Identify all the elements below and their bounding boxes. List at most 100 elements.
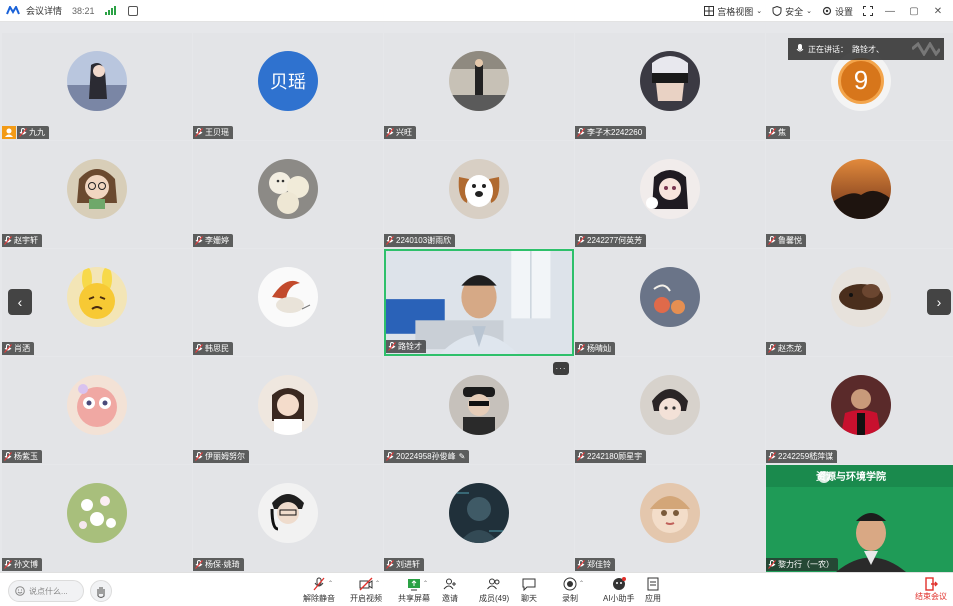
toolbar-button-ai-assistant[interactable]: AI小助手 [603,577,635,604]
participant-name-tag: 2242259嵇萍谋 [766,450,838,463]
host-icon [2,126,16,139]
participant-name-tag: 九九 [17,126,49,139]
avatar-street-photo [449,50,509,111]
settings-button[interactable]: 设置 [822,5,853,18]
toolbar-button-apps[interactable]: 应用 [645,577,661,604]
participant-name: 2242259嵇萍谋 [778,452,834,461]
toolbar-button-mic-off[interactable]: ⌃ 解除静音 [303,577,335,604]
chevron-up-icon[interactable]: ⌃ [423,580,428,587]
next-page-button[interactable]: › [927,289,951,315]
toolbar-button-invite[interactable]: 邀请 [442,577,458,604]
toolbar-button-chat[interactable]: 聊天 [521,577,537,604]
mic-muted-icon [386,560,394,569]
participant-name-tag: 赵杰龙 [766,342,806,355]
avatar-fruit-art [640,266,700,327]
participant-name: 2240103谢雨欣 [396,236,452,245]
emoji-icon [15,586,25,596]
fullscreen-icon[interactable] [863,6,873,16]
mic-muted-icon [4,344,12,353]
raise-hand-button[interactable] [90,580,112,602]
chevron-up-icon[interactable]: ⌃ [328,580,333,587]
participant-tile[interactable]: 杨晴灿 [575,249,765,356]
chevron-left-icon: ‹ [17,294,23,310]
participant-tile[interactable]: 伊丽姆努尔 [193,357,383,464]
toolbar-button-label: 成员(49) [479,594,510,603]
participant-tile[interactable]: 杨紫玉 [2,357,192,464]
hand-icon [97,587,105,599]
participant-tile[interactable]: 2240103谢雨欣 [384,141,574,248]
participant-tile[interactable]: 20224958孙俊峰 ✎ [384,357,574,464]
participant-name: 肖洒 [14,344,30,353]
meeting-window: { "titlebar": { "title": "会议详情", "time":… [0,0,953,606]
participant-tile[interactable]: 赵杰龙 [766,249,953,356]
minimize-button[interactable]: — [883,6,897,17]
participant-name: 黎力行（一农） [778,560,834,569]
mic-muted-icon [195,344,203,353]
participant-tile[interactable]: 韩思民 [193,249,383,356]
gallery-view-button[interactable]: 宫格视图 ⌄ [704,5,762,18]
participant-tile[interactable]: 九九 [2,33,192,140]
mic-muted-icon [768,344,776,353]
toolbar-button-record[interactable]: ⌃ 录制 [562,577,584,604]
participant-tile[interactable]: 兴旺 [384,33,574,140]
participant-tile[interactable]: 2242277何英芳 [575,141,765,248]
participant-tile[interactable]: 刘进轩 [384,465,574,572]
avatar-text: 贝瑶 [258,50,318,111]
participant-tile[interactable]: 贝瑶 王贝瑶 [193,33,383,140]
avatar-anime-boy [640,374,700,435]
participant-name-tag: 杨晴灿 [575,342,615,355]
prev-page-button[interactable]: ‹ [8,289,32,315]
participant-tile[interactable]: 李姗婷 [193,141,383,248]
mic-muted-icon [577,128,585,137]
avatar-gnome-sketch [258,266,318,327]
mic-muted-icon [195,128,203,137]
end-meeting-button[interactable]: 结束会议 [915,577,947,602]
meeting-info-link[interactable]: 会议详情 [26,4,62,17]
apps-icon [646,577,660,591]
meeting-timer: 38:21 [72,5,95,16]
participant-name-tag: 孙文博 [2,558,42,571]
pencil-icon: ✎ [458,452,466,461]
participant-tile[interactable]: 杨保·姚琦 [193,465,383,572]
participant-name: 赵宇轩 [14,236,38,245]
avatar-boy-hat [449,374,509,435]
participant-name: 刘进轩 [396,560,420,569]
video-feed-container: 资源与环境学院 [766,465,953,572]
participant-tile[interactable]: 路铨才 [384,249,574,356]
avatar-boy-headphones [258,482,318,543]
share-screen-icon: ⌃ [407,577,428,591]
participant-tile[interactable]: 李子木2242260 [575,33,765,140]
chevron-up-icon[interactable]: ⌃ [375,580,380,587]
security-button[interactable]: 安全 ⌄ [772,5,812,18]
avatar-pink-monster [67,374,127,435]
participant-tile[interactable]: 鲁馨悦 [766,141,953,248]
toolbar-button-members[interactable]: 成员(49) [479,577,509,604]
participant-tile[interactable]: 2242259嵇萍谋 [766,357,953,464]
avatar-dark-figure [449,482,509,543]
toolbar-button-label: 解除静音 [303,594,335,603]
external-link-icon[interactable] [127,5,138,16]
mic-muted-icon [768,560,776,569]
chat-input[interactable]: 说点什么... [8,580,84,602]
participant-tile[interactable]: 赵宇轩 [2,141,192,248]
participant-tile[interactable]: 2242180顾星宇 [575,357,765,464]
participant-tile[interactable]: 孙文博 [2,465,192,572]
restore-button[interactable]: ▢ [907,6,921,17]
participant-tile[interactable]: 郑佳铃 [575,465,765,572]
participant-name: 韩思民 [205,344,229,353]
toolbar-button-share-screen[interactable]: ⌃ 共享屏幕 [398,577,430,604]
participant-name-tag: 杨保·姚琦 [193,558,244,571]
mic-muted-icon [768,128,776,137]
record-icon: ⌃ [563,577,584,591]
invite-icon [443,577,457,591]
close-button[interactable]: ✕ [931,6,945,17]
gear-icon [822,6,832,16]
exit-icon [925,577,938,591]
participant-tile[interactable]: 资源与环境学院 黎力行（一农） [766,465,953,572]
participant-name: 20224958孙俊峰 [396,452,456,461]
participant-name: 伊丽姆努尔 [205,452,245,461]
toolbar-button-camera-off[interactable]: ⌃ 开启视频 [350,577,382,604]
chevron-up-icon[interactable]: ⌃ [579,580,584,587]
mic-muted-icon [577,344,585,353]
more-options-button[interactable]: ··· [553,362,569,375]
